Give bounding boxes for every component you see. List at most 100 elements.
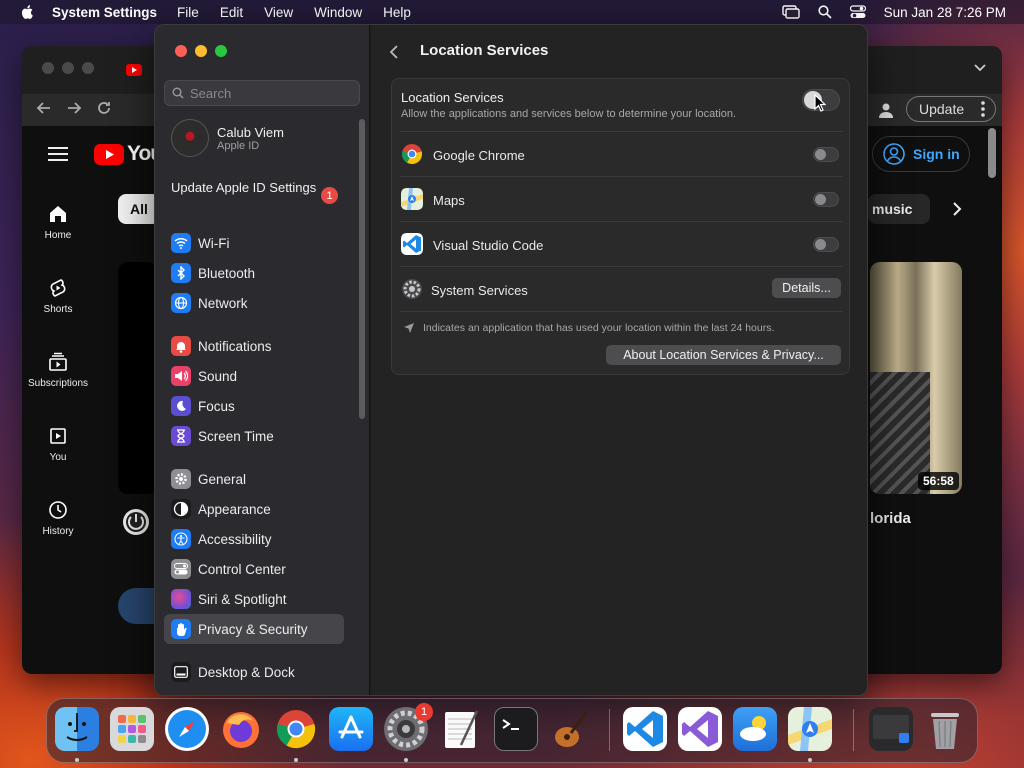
zoom-window-button[interactable]	[215, 45, 227, 57]
settings-dock-badge: 1	[415, 703, 433, 721]
speaker-icon	[171, 366, 191, 386]
sidebar-item-wifi[interactable]: Wi-Fi	[164, 228, 344, 258]
video-thumbnail[interactable]	[870, 262, 962, 494]
back-chevron-icon[interactable]	[389, 44, 399, 60]
chrome-icon[interactable]	[274, 707, 318, 751]
sign-in-button[interactable]: Sign in	[872, 136, 970, 172]
video-title[interactable]: lorida	[870, 510, 911, 527]
control-center-icon[interactable]	[849, 5, 866, 19]
search-input[interactable]	[190, 85, 350, 101]
vscode-icon[interactable]	[623, 707, 667, 751]
menu-view[interactable]: View	[264, 5, 293, 20]
sidebar-item-accessibility[interactable]: Accessibility	[164, 524, 344, 554]
control-center-icon	[171, 559, 191, 579]
spotlight-search-icon[interactable]	[818, 5, 832, 19]
trash-icon[interactable]	[923, 707, 967, 751]
launchpad-icon[interactable]	[110, 707, 154, 751]
browser-update-label: Update	[919, 101, 965, 117]
sidebar-item-general[interactable]: General	[164, 464, 344, 494]
browser-scrollbar[interactable]	[988, 128, 996, 178]
screen-icon[interactable]	[869, 707, 913, 751]
yt-nav-home[interactable]: Home	[22, 204, 94, 241]
dock-icon	[171, 662, 191, 682]
maps-location-toggle[interactable]	[813, 192, 839, 207]
sidebar-item-desktop-dock[interactable]: Desktop & Dock	[164, 657, 344, 687]
about-location-privacy-button[interactable]: About Location Services & Privacy...	[606, 345, 841, 365]
youtube-logo[interactable]: You	[94, 142, 163, 166]
you-icon	[50, 428, 66, 444]
sidebar-item-sound[interactable]: Sound	[164, 361, 344, 391]
browser-window-controls[interactable]	[42, 62, 94, 74]
forward-arrow-icon[interactable]	[66, 100, 82, 116]
apple-menu-icon[interactable]	[20, 5, 34, 19]
sidebar-item-focus[interactable]: Focus	[164, 391, 344, 421]
menu-help[interactable]: Help	[383, 5, 411, 20]
sidebar-item-label: Screen Time	[198, 428, 274, 444]
minimize-window-button[interactable]	[195, 45, 207, 57]
sidebar-item-bluetooth[interactable]: Bluetooth	[164, 258, 344, 288]
sidebar-item-notifications[interactable]: Notifications	[164, 331, 344, 361]
garageband-icon[interactable]	[549, 707, 593, 751]
youtube-tab-icon[interactable]	[126, 64, 142, 76]
sidebar-item-label: Siri & Spotlight	[198, 591, 287, 607]
channel-avatar-icon[interactable]	[122, 508, 150, 536]
yt-nav-shorts[interactable]: Shorts	[22, 278, 94, 315]
reload-icon[interactable]	[96, 100, 112, 116]
search-icon	[172, 87, 184, 99]
profile-icon[interactable]	[878, 102, 894, 118]
app-row-vscode: Visual Studio Code	[392, 222, 851, 267]
safari-icon[interactable]	[165, 707, 209, 751]
sidebar-search[interactable]	[164, 80, 360, 106]
hamburger-menu-icon[interactable]	[48, 146, 68, 162]
sidebar-item-label: Control Center	[198, 561, 286, 577]
sidebar-item-siri-spotlight[interactable]: Siri & Spotlight	[164, 584, 344, 614]
menu-datetime[interactable]: Sun Jan 28 7:26 PM	[884, 5, 1006, 20]
chip-music[interactable]: music	[868, 194, 930, 224]
terminal-icon[interactable]	[494, 707, 538, 751]
vscode-location-toggle[interactable]	[813, 237, 839, 252]
system-settings-window: Calub Viem Apple ID Update Apple ID Sett…	[154, 24, 868, 696]
sidebar-item-label: Notifications	[198, 338, 272, 354]
app-store-icon[interactable]	[329, 707, 373, 751]
account-subtitle: Apple ID	[217, 139, 260, 152]
sidebar-item-appearance[interactable]: Appearance	[164, 494, 344, 524]
menu-edit[interactable]: Edit	[220, 5, 243, 20]
menu-window[interactable]: Window	[314, 5, 362, 20]
more-menu-icon[interactable]	[981, 100, 985, 118]
appearance-icon	[171, 499, 191, 519]
yt-nav-subscriptions[interactable]: Subscriptions	[22, 352, 94, 389]
firefox-icon[interactable]	[219, 707, 263, 751]
screen-mirroring-icon[interactable]	[781, 5, 800, 19]
details-button[interactable]: Details...	[772, 278, 841, 298]
textedit-icon[interactable]	[439, 707, 483, 751]
yt-nav-history[interactable]: History	[22, 500, 94, 537]
visual-studio-icon[interactable]	[678, 707, 722, 751]
sidebar-item-screen-time[interactable]: Screen Time	[164, 421, 344, 451]
menu-app-name[interactable]: System Settings	[52, 5, 157, 20]
back-arrow-icon[interactable]	[36, 100, 52, 116]
weather-icon[interactable]	[733, 707, 777, 751]
sidebar-item-privacy-security[interactable]: Privacy & Security	[164, 614, 344, 644]
sidebar-item-control-center[interactable]: Control Center	[164, 554, 344, 584]
home-icon	[50, 206, 66, 222]
sidebar-item-network[interactable]: Network	[164, 288, 344, 318]
browser-update-button[interactable]: Update	[906, 96, 996, 122]
partial-button[interactable]	[118, 588, 158, 624]
video-thumbnail-dark[interactable]	[118, 262, 158, 494]
chevron-right-icon[interactable]	[952, 202, 962, 216]
bluetooth-icon	[171, 263, 191, 283]
chrome-location-toggle[interactable]	[813, 147, 839, 162]
update-apple-id-settings[interactable]: Update Apple ID Settings	[171, 180, 341, 196]
close-window-button[interactable]	[175, 45, 187, 57]
yt-nav-you[interactable]: You	[22, 426, 94, 463]
sidebar-item-label: Network	[198, 295, 248, 311]
maps-icon[interactable]	[788, 707, 832, 751]
chevron-down-icon[interactable]	[974, 64, 986, 72]
finder-icon[interactable]	[55, 707, 99, 751]
apple-id-account[interactable]: Calub Viem Apple ID	[171, 119, 284, 157]
sidebar-scrollbar[interactable]	[359, 119, 365, 419]
yt-nav-you-label: You	[49, 452, 67, 463]
account-name: Calub Viem	[217, 124, 284, 140]
menu-file[interactable]: File	[177, 5, 199, 20]
app-label: Visual Studio Code	[433, 238, 544, 253]
